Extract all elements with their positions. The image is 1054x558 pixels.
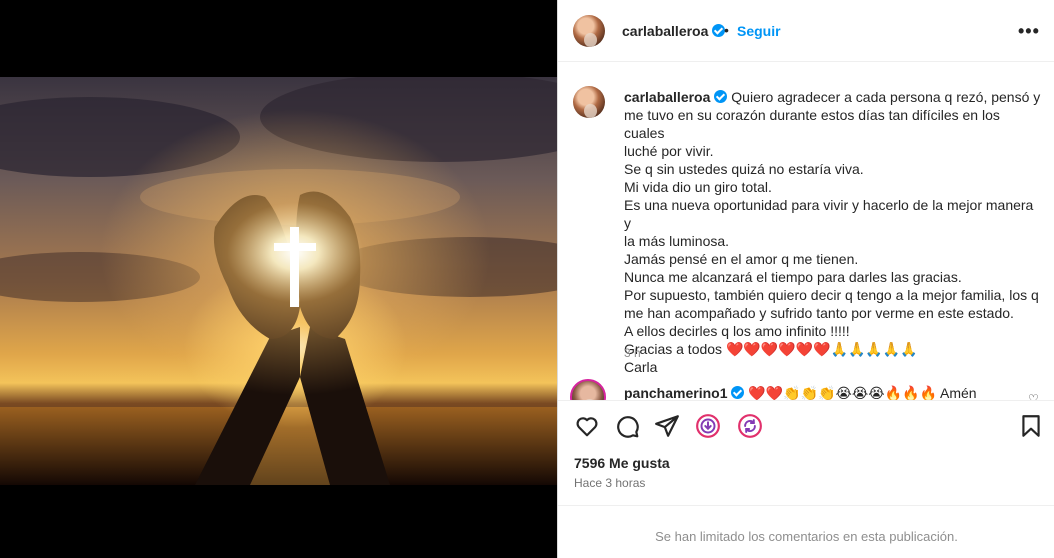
caption-avatar[interactable] [573, 86, 605, 118]
caption: carlaballeroa Quiero agradecer a cada pe… [624, 88, 1044, 376]
share-icon[interactable] [654, 413, 680, 439]
caption-line: Por supuesto, también quiero decir q ten… [624, 287, 1039, 303]
media-area [0, 0, 557, 558]
caption-line: Se q sin ustedes quizá no estaría viva. [624, 161, 864, 177]
comment-icon[interactable] [614, 413, 640, 439]
avatar[interactable] [573, 15, 605, 47]
reels-icon[interactable] [695, 413, 721, 439]
caption-username[interactable]: carlaballeroa [624, 89, 710, 105]
more-options-icon[interactable]: ••• [1018, 22, 1040, 40]
verified-badge-icon [714, 90, 728, 103]
caption-line: Quiero agradecer a cada persona q rezó, … [731, 89, 1041, 105]
comment-username[interactable]: panchamerino1 [624, 385, 727, 400]
post-timestamp[interactable]: Hace 3 horas [574, 476, 645, 490]
bookmark-icon[interactable] [1018, 413, 1044, 439]
verified-badge-icon [731, 386, 745, 399]
caption-line: Jamás pensé en el amor q me tienen. [624, 251, 859, 267]
comment-like-icon[interactable]: ♡ [1028, 392, 1039, 400]
comment-text: ❤️❤️👏👏👏😭😭😭🔥🔥🔥 Amén [748, 385, 977, 400]
remix-icon[interactable] [737, 413, 763, 439]
caption-line: Mi vida dio un giro total. [624, 179, 772, 195]
caption-line: la más luminosa. [624, 233, 730, 249]
comment-avatar[interactable] [570, 379, 606, 400]
caption-line: luché por vivir. [624, 143, 714, 159]
caption-line: me han acompañado y sufrido tanto por ve… [624, 305, 1014, 321]
caption-time[interactable]: 3 h [624, 346, 641, 360]
caption-line: me tuvo en su corazón durante estos días… [624, 107, 1000, 141]
caption-line: Es una nueva oportunidad para vivir y ha… [624, 197, 1034, 231]
comments-area[interactable]: carlaballeroa Quiero agradecer a cada pe… [558, 62, 1054, 400]
heart-icon[interactable] [574, 413, 600, 439]
post-header: carlaballeroa • Seguir ••• [558, 0, 1054, 62]
post-photo[interactable] [0, 77, 557, 485]
follow-button[interactable]: Seguir [737, 23, 781, 39]
sunset-hands-image [0, 77, 557, 485]
header-separator: • [724, 22, 729, 38]
comment-item: panchamerino1 ❤️❤️👏👏👏😭😭😭🔥🔥🔥 Amén [624, 385, 977, 400]
caption-line: Carla [624, 359, 658, 375]
comments-limited-notice: Se han limitado los comentarios en esta … [558, 505, 1054, 558]
action-bar [558, 400, 1054, 450]
post-side-panel: carlaballeroa • Seguir ••• carlaballeroa… [557, 0, 1054, 558]
caption-line: A ellos decirles q los amo infinito !!!!… [624, 323, 850, 339]
post-viewer: carlaballeroa • Seguir ••• carlaballeroa… [0, 0, 1054, 558]
header-username[interactable]: carlaballeroa [622, 23, 726, 39]
header-username-text[interactable]: carlaballeroa [622, 23, 708, 39]
caption-line: Nunca me alcanzará el tiempo para darles… [624, 269, 962, 285]
likes-count[interactable]: 7596 Me gusta [574, 455, 670, 471]
caption-line: Gracias a todos ❤️❤️❤️❤️❤️❤️🙏🙏🙏🙏🙏 [624, 341, 918, 357]
